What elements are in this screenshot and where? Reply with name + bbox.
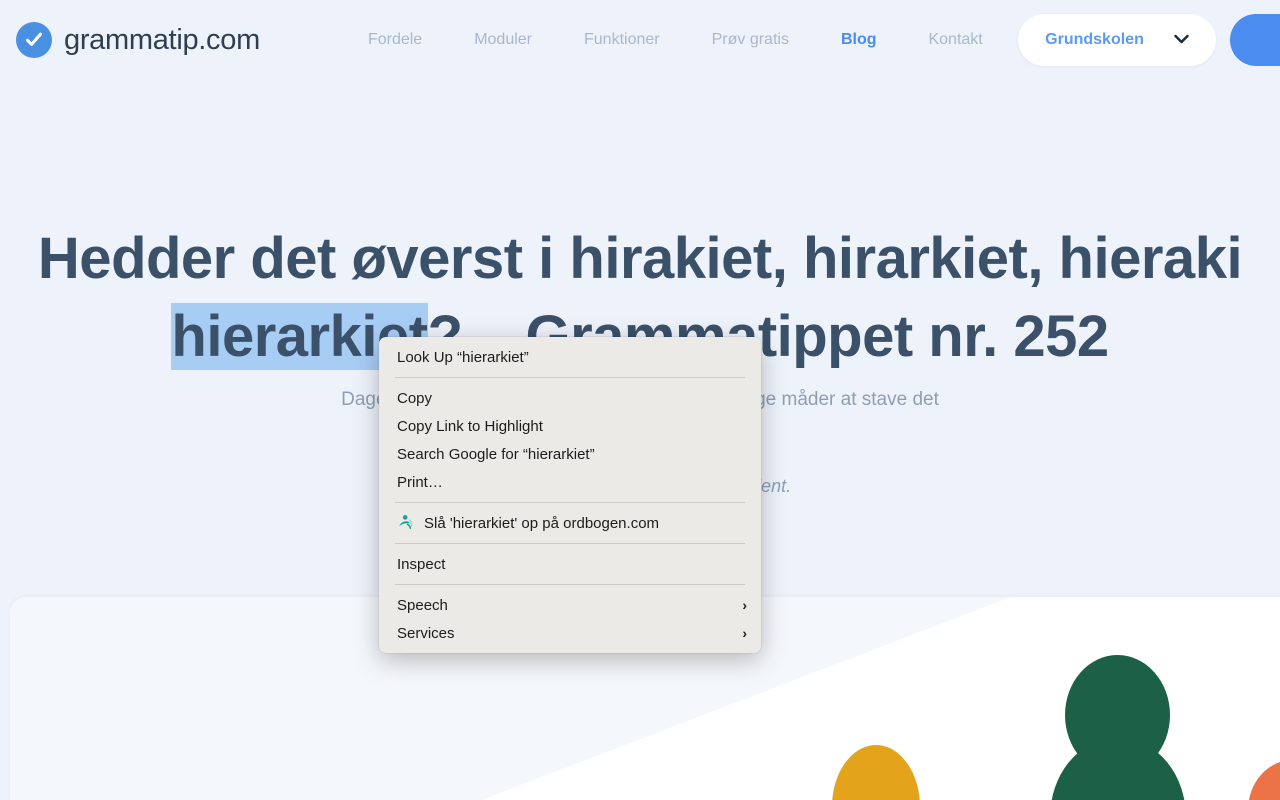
context-menu-item-ordbogen-lookup[interactable]: Slå 'hierarkiet' op på ordbogen.com bbox=[379, 509, 761, 537]
context-menu-item-label: Copy Link to Highlight bbox=[397, 417, 543, 435]
context-menu-group-system: Speech › Services › bbox=[379, 590, 761, 648]
context-menu-item-speech[interactable]: Speech › bbox=[379, 591, 761, 619]
context-menu-separator bbox=[395, 543, 745, 544]
context-menu-item-label: Copy bbox=[397, 389, 433, 407]
nav-item-moduler[interactable]: Moduler bbox=[448, 31, 558, 49]
context-menu-separator bbox=[395, 377, 745, 378]
nav-item-funktioner[interactable]: Funktioner bbox=[558, 31, 686, 49]
context-menu-group-edit: Copy Copy Link to Highlight Search Googl… bbox=[379, 383, 761, 497]
context-menu-item-label: Print… bbox=[397, 473, 443, 491]
context-menu-item-label: Services bbox=[397, 624, 455, 642]
nav-item-kontakt[interactable]: Kontakt bbox=[902, 31, 1008, 49]
nav-item-blog[interactable]: Blog bbox=[815, 31, 903, 49]
context-menu-item-copy-link-to-highlight[interactable]: Copy Link to Highlight bbox=[379, 412, 761, 440]
brand-logo[interactable]: grammatip.com bbox=[16, 22, 260, 58]
nav-item-prov-gratis[interactable]: Prøv gratis bbox=[686, 31, 815, 49]
context-menu-group-ordbogen: Slå 'hierarkiet' op på ordbogen.com bbox=[379, 508, 761, 538]
nav-item-fordele[interactable]: Fordele bbox=[342, 31, 448, 49]
page-root: grammatip.com Fordele Moduler Funktioner… bbox=[0, 0, 1280, 800]
check-circle-icon bbox=[16, 22, 52, 58]
context-menu-item-print[interactable]: Print… bbox=[379, 468, 761, 496]
context-menu-item-label: Look Up “hierarkiet” bbox=[397, 348, 529, 366]
context-menu-item-copy[interactable]: Copy bbox=[379, 384, 761, 412]
site-header: grammatip.com Fordele Moduler Funktioner… bbox=[0, 0, 1280, 80]
main-navigation: Fordele Moduler Funktioner Prøv gratis B… bbox=[342, 31, 1009, 49]
context-menu-item-label: Search Google for “hierarkiet” bbox=[397, 445, 595, 463]
context-menu-item-label: Inspect bbox=[397, 555, 446, 573]
ordbogen-reader-icon bbox=[397, 514, 415, 532]
header-cta-button[interactable] bbox=[1230, 14, 1280, 66]
context-menu[interactable]: Look Up “hierarkiet” Copy Copy Link to H… bbox=[379, 337, 761, 653]
context-menu-item-search-google[interactable]: Search Google for “hierarkiet” bbox=[379, 440, 761, 468]
context-menu-group-inspect: Inspect bbox=[379, 549, 761, 579]
brand-name: grammatip.com bbox=[64, 23, 260, 56]
context-menu-item-services[interactable]: Services › bbox=[379, 619, 761, 647]
context-menu-separator bbox=[395, 584, 745, 585]
chevron-right-icon: › bbox=[742, 597, 747, 613]
page-title-line-1: Hedder det øverst i hirakiet, hirarkiet,… bbox=[37, 226, 1243, 291]
context-menu-item-label: Slå 'hierarkiet' op på ordbogen.com bbox=[424, 514, 660, 532]
context-menu-group-lookup: Look Up “hierarkiet” bbox=[379, 342, 761, 372]
header-actions: Grundskolen bbox=[1018, 14, 1280, 66]
chevron-down-icon bbox=[1174, 31, 1189, 49]
chevron-right-icon: › bbox=[742, 625, 747, 641]
context-menu-separator bbox=[395, 502, 745, 503]
context-menu-item-look-up[interactable]: Look Up “hierarkiet” bbox=[379, 343, 761, 371]
context-menu-item-inspect[interactable]: Inspect bbox=[379, 550, 761, 578]
context-menu-item-label: Speech bbox=[397, 596, 448, 614]
level-select-label: Grundskolen bbox=[1045, 31, 1144, 48]
level-select-dropdown[interactable]: Grundskolen bbox=[1018, 14, 1216, 66]
